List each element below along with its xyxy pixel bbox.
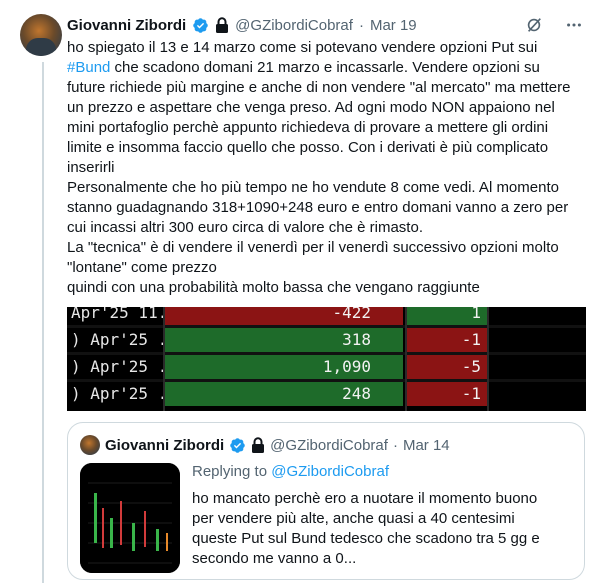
quoted-tweet-header: Giovanni Zibordi @GZibordiCobraf · Mar 1… [80,435,450,455]
table-row: ) Apr'25 ... 1,090 -5 [67,355,586,379]
grok-icon[interactable] [524,15,544,35]
verified-badge-icon[interactable] [192,17,209,34]
column-divider [405,307,407,411]
row-pnl: 248 [163,382,403,406]
tweet-line: quindi con una probabilità molto bassa c… [67,279,480,296]
separator-dot: · [392,436,398,454]
tweet-line: un prezzo e aspettare che venga preso. A… [67,99,555,116]
author-avatar[interactable] [20,14,62,56]
tweet-line: "lontane" come prezzo [67,259,217,276]
quoted-author-avatar [80,435,100,455]
column-divider [163,307,165,411]
tweet-date[interactable]: Mar 19 [370,17,417,34]
separator-dot: · [358,16,364,34]
row-label: ) Apr'25 ... [71,384,163,403]
row-qty: -5 [407,355,487,379]
quoted-tweet-line: secondo me vanno a 0... [192,550,357,567]
lock-icon [215,17,229,33]
tweet-line: Personalmente che ho più tempo ne ho ven… [67,179,559,196]
row-pnl: 318 [163,328,403,352]
tweet-line: ho spiegato il 13 e 14 marzo come si pot… [67,39,538,56]
header-actions [524,14,584,36]
quoted-author-handle: @GZibordiCobraf [270,436,388,454]
tweet-line: #Bund che scadono domani 21 marzo e inca… [67,58,587,78]
tweet-line: future richiede più margine e anche di n… [67,79,571,96]
chart-thumbnail-graphic [80,463,180,573]
row-label: ) Apr'25 ... [71,330,163,349]
row-pnl: 1,090 [163,355,403,379]
table-row: ) Apr'25 ... 248 -1 [67,382,586,406]
tweet-line: limite e insomma faccio quello che posso… [67,139,549,156]
tweet-header: Giovanni Zibordi @GZibordiCobraf · Mar 1… [67,14,584,36]
tweet-line-rest: che scadono domani 21 marzo e incassarle… [110,59,540,76]
tweet-line: stanno guadagnando 318+1090+248 euro e e… [67,199,569,216]
author-name[interactable]: Giovanni Zibordi [67,17,186,34]
column-divider [487,307,489,411]
tweet-line: cui incassi altri 300 euro circa di valo… [67,219,423,236]
tweet-body: ho spiegato il 13 e 14 marzo come si pot… [67,38,587,298]
quoted-tweet[interactable]: Giovanni Zibordi @GZibordiCobraf · Mar 1… [67,422,585,580]
quoted-tweet-line: per vendere più alte, anche quasi a 40 c… [192,510,515,527]
tweet-line: mini portafoglio perchè appunto richiede… [67,119,549,136]
thread-line [42,62,44,583]
hashtag-link[interactable]: #Bund [67,59,110,76]
quoted-tweet-thumbnail[interactable] [80,463,180,573]
table-row: ) Apr'25 ... 318 -1 [67,328,586,352]
quoted-tweet-body: ho mancato perchè ero a nuotare il momen… [192,489,572,569]
row-label: Apr'25 11... [71,307,163,322]
row-label: ) Apr'25 ... [71,357,163,376]
replying-prefix: Replying to [192,463,272,480]
quoted-tweet-date: Mar 14 [402,436,450,454]
lock-icon [251,437,265,453]
quoted-tweet-line: ho mancato perchè ero a nuotare il momen… [192,490,538,507]
table-row: Apr'25 11... -422 1 [67,307,586,325]
positions-table-image[interactable]: Apr'25 11... -422 1 ) Apr'25 ... 318 -1 … [67,307,586,411]
replying-to-line: Replying to @GZibordiCobraf [192,463,389,480]
tweet-line: inserirli [67,159,115,176]
row-qty: 1 [407,307,487,325]
more-icon[interactable] [564,15,584,35]
row-pnl: -422 [163,307,403,325]
quoted-author-name: Giovanni Zibordi [105,436,225,454]
author-handle[interactable]: @GZibordiCobraf [235,17,353,34]
verified-badge-icon [229,437,246,454]
tweet-line: La "tecnica" è di vendere il venerdì per… [67,239,559,256]
quoted-tweet-line: queste Put sul Bund tedesco che scadono … [192,530,540,547]
replying-to-mention[interactable]: @GZibordiCobraf [271,463,389,480]
row-qty: -1 [407,382,487,406]
row-qty: -1 [407,328,487,352]
